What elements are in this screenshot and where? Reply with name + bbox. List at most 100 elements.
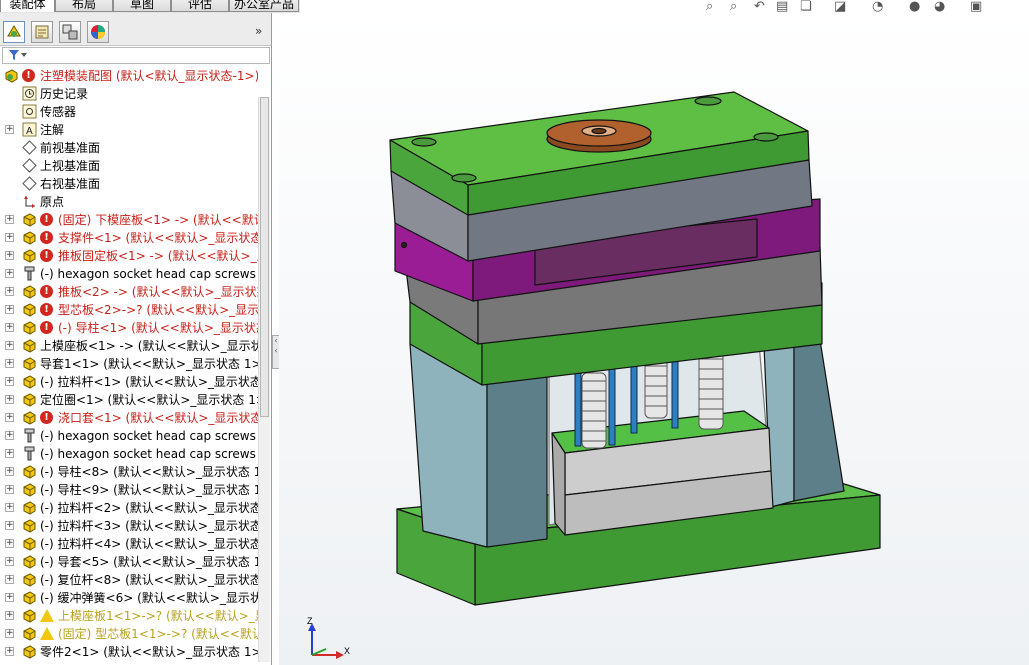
- zoom-to-fit-icon[interactable]: ⌕: [706, 0, 713, 14]
- tree-item[interactable]: +! (-) 导柱<1> (默认<<默认>_显示状态: [0, 319, 258, 337]
- expand-toggle-icon[interactable]: +: [5, 467, 14, 476]
- tree-item-label: 上视基准面: [40, 159, 101, 173]
- tree-item[interactable]: + (-) 导套<5> (默认<<默认>_显示状态 1: [0, 553, 258, 571]
- expand-toggle-icon[interactable]: +: [5, 539, 14, 548]
- expand-toggle-icon[interactable]: +: [5, 269, 14, 278]
- tree-item[interactable]: +! 浇口套<1> (默认<<默认>_显示状态: [0, 409, 258, 427]
- part-icon: [22, 500, 37, 515]
- filter-bar[interactable]: [2, 47, 270, 64]
- expand-toggle-icon[interactable]: +: [5, 233, 14, 242]
- tree-item[interactable]: 传感器: [0, 103, 258, 121]
- tree-item[interactable]: + (固定) 型芯板1<1>->? (默认<<默认>: [0, 625, 258, 643]
- feature-manager-icon[interactable]: [3, 21, 25, 43]
- tree-item[interactable]: + (-) 复位杆<8> (默认<<默认>_显示状态: [0, 571, 258, 589]
- part-icon: [22, 590, 37, 605]
- mold-assembly-model[interactable]: [389, 91, 881, 606]
- filter-icon[interactable]: [8, 49, 28, 64]
- tree-item[interactable]: 上视基准面: [0, 157, 258, 175]
- tree-scrollbar[interactable]: [258, 97, 270, 662]
- tree-item[interactable]: + (-) 导柱<8> (默认<<默认>_显示状态 1: [0, 463, 258, 481]
- tree-scrollbar-thumb[interactable]: [260, 97, 269, 417]
- configuration-manager-icon[interactable]: [59, 21, 81, 43]
- tree-item[interactable]: +! 型芯板<2>->? (默认<<默认>_显示状: [0, 301, 258, 319]
- tab-1[interactable]: 布局: [55, 0, 113, 12]
- expand-toggle-icon[interactable]: +: [5, 251, 14, 260]
- expand-toggle-icon[interactable]: +: [5, 125, 14, 134]
- hide-show-icon[interactable]: ◔: [872, 0, 883, 14]
- expand-toggle-icon[interactable]: +: [5, 431, 14, 440]
- tree-item-label: (固定) 下模座板<1> -> (默认<<默认: [58, 213, 258, 227]
- expand-toggle-icon[interactable]: +: [5, 287, 14, 296]
- view-orientation-icon[interactable]: ❏: [800, 0, 812, 14]
- reference-triad: Z X: [307, 616, 350, 659]
- tree-item[interactable]: + (-) hexagon socket head cap screws: [0, 445, 258, 463]
- tree-item[interactable]: + (-) 拉料杆<3> (默认<<默认>_显示状态: [0, 517, 258, 535]
- sprue-hole: [591, 127, 607, 135]
- expand-toggle-icon[interactable]: +: [5, 485, 14, 494]
- expand-toggle-icon[interactable]: +: [5, 521, 14, 530]
- tree-item[interactable]: 原点: [0, 193, 258, 211]
- expand-toggle-icon[interactable]: +: [5, 377, 14, 386]
- expand-toggle-icon[interactable]: +: [5, 341, 14, 350]
- command-manager-tabs: 装配体 布局 草图 评估 办公室产品: [0, 0, 300, 13]
- tab-2[interactable]: 草图: [113, 0, 171, 12]
- tree-item[interactable]: +! 支撑件<1> (默认<<默认>_显示状态: [0, 229, 258, 247]
- scene-icon[interactable]: ◕: [934, 0, 945, 14]
- previous-view-icon[interactable]: ↶: [754, 0, 765, 14]
- tab-0[interactable]: 装配体: [0, 0, 55, 12]
- expand-toggle-icon[interactable]: +: [5, 647, 14, 656]
- error-icon: !: [40, 231, 53, 244]
- expand-toggle-icon[interactable]: +: [5, 305, 14, 314]
- plane-icon: [22, 140, 37, 155]
- expand-toggle-icon[interactable]: +: [5, 215, 14, 224]
- tree-item[interactable]: + A 注解: [0, 121, 258, 139]
- tree-item[interactable]: 右视基准面: [0, 175, 258, 193]
- tree-item[interactable]: 前视基准面: [0, 139, 258, 157]
- tree-item-label: 上模座板<1> -> (默认<<默认>_显示状: [40, 339, 258, 353]
- appearance-icon[interactable]: ●: [909, 0, 920, 14]
- view-settings-icon[interactable]: ▣: [970, 0, 982, 14]
- section-view-icon[interactable]: ▤: [776, 0, 788, 14]
- display-style-icon[interactable]: ◪: [834, 0, 846, 14]
- tab-3[interactable]: 评估: [171, 0, 229, 12]
- expand-toggle-icon[interactable]: +: [5, 575, 14, 584]
- tree-item[interactable]: 历史记录: [0, 85, 258, 103]
- expand-toggle-icon[interactable]: +: [5, 359, 14, 368]
- tree-item[interactable]: + (-) hexagon socket head cap screws: [0, 427, 258, 445]
- expand-toggle-icon[interactable]: +: [5, 503, 14, 512]
- expand-toggle-icon[interactable]: +: [5, 557, 14, 566]
- expand-toggle-icon[interactable]: +: [5, 449, 14, 458]
- expand-toggle-icon[interactable]: +: [5, 629, 14, 638]
- tree-item[interactable]: + (-) 拉料杆<4> (默认<<默认>_显示状态: [0, 535, 258, 553]
- tree-item[interactable]: +! (固定) 下模座板<1> -> (默认<<默认: [0, 211, 258, 229]
- tree-item[interactable]: + 零件2<1> (默认<<默认>_显示状态 1>): [0, 643, 258, 661]
- triad-z-label: Z: [307, 616, 313, 626]
- property-manager-icon[interactable]: [31, 21, 53, 43]
- expand-toggle-icon[interactable]: +: [5, 611, 14, 620]
- tab-4[interactable]: 办公室产品: [229, 0, 299, 12]
- tree-item[interactable]: + (-) 拉料杆<2> (默认<<默认>_显示状态: [0, 499, 258, 517]
- tree-item[interactable]: + (-) hexagon socket head cap screws: [0, 265, 258, 283]
- graphics-area[interactable]: [279, 13, 1029, 665]
- zoom-to-area-icon[interactable]: ⌕: [730, 0, 737, 14]
- expand-toggle-icon[interactable]: +: [5, 323, 14, 332]
- expand-toggle-icon[interactable]: +: [5, 395, 14, 404]
- tree-item-label: (-) hexagon socket head cap screws: [40, 447, 256, 461]
- tree-item[interactable]: + 导套1<1> (默认<<默认>_显示状态 1>): [0, 355, 258, 373]
- part-icon: [22, 356, 37, 371]
- expand-toggle-icon[interactable]: +: [5, 593, 14, 602]
- tree-item[interactable]: + 定位圈<1> (默认<<默认>_显示状态 1>: [0, 391, 258, 409]
- tree-item[interactable]: + 上模座板<1> -> (默认<<默认>_显示状: [0, 337, 258, 355]
- tree-root[interactable]: ! 注塑模装配图 (默认<默认_显示状态-1>): [0, 67, 258, 85]
- tree-item[interactable]: + (-) 导柱<9> (默认<<默认>_显示状态 1: [0, 481, 258, 499]
- tree-item[interactable]: + (-) 拉料杆<1> (默认<<默认>_显示状态: [0, 373, 258, 391]
- display-manager-icon[interactable]: [87, 21, 109, 43]
- expand-panel-icon[interactable]: »: [255, 24, 262, 38]
- expand-toggle-icon[interactable]: +: [5, 413, 14, 422]
- screw-icon: [22, 428, 37, 443]
- tree-item[interactable]: +! 推板<2> -> (默认<<默认>_显示状态: [0, 283, 258, 301]
- tree-item-label: 支撑件<1> (默认<<默认>_显示状态: [58, 231, 258, 245]
- tree-item[interactable]: +! 推板固定板<1> -> (默认<<默认>_显: [0, 247, 258, 265]
- tree-item[interactable]: + 上模座板1<1>->? (默认<<默认>_显: [0, 607, 258, 625]
- tree-item[interactable]: + (-) 缓冲弹簧<6> (默认<<默认>_显示状: [0, 589, 258, 607]
